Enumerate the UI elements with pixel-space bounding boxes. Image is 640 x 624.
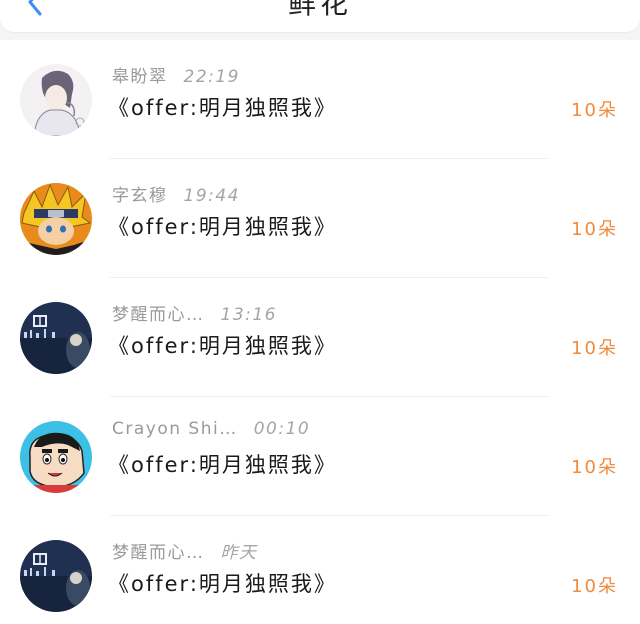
timestamp: 19:44 bbox=[183, 186, 240, 206]
sender-name: 梦醒而心… bbox=[112, 543, 205, 563]
avatar[interactable] bbox=[20, 421, 92, 493]
gift-title: 《offer:明月独照我》 bbox=[108, 572, 337, 596]
avatar[interactable] bbox=[20, 540, 92, 612]
gift-title: 《offer:明月独照我》 bbox=[108, 215, 337, 239]
sender-name: Crayon Shi… bbox=[112, 419, 238, 439]
timestamp: 13:16 bbox=[220, 305, 277, 325]
gift-title: 《offer:明月独照我》 bbox=[108, 334, 337, 358]
flower-count: 10朵 bbox=[571, 100, 618, 121]
flower-count: 10朵 bbox=[571, 576, 618, 597]
page-title: 鲜花 bbox=[287, 0, 352, 20]
crayon-shin-chan-avatar-icon bbox=[20, 421, 92, 493]
night-city-avatar-icon bbox=[20, 540, 92, 612]
avatar[interactable] bbox=[20, 64, 92, 136]
sender-name: 梦醒而心… bbox=[112, 305, 205, 325]
list-item[interactable]: 梦醒而心… 昨天 《offer:明月独照我》 10朵 bbox=[0, 516, 640, 624]
flower-records-page: 鲜花 皋盼翠 22:19 《offer:明月独照我》 10朵 字玄穆 19:44… bbox=[0, 0, 640, 624]
timestamp: 昨天 bbox=[220, 543, 258, 563]
timestamp: 00:10 bbox=[253, 419, 311, 439]
list-item[interactable]: Crayon Shi… 00:10 《offer:明月独照我》 10朵 bbox=[0, 397, 640, 516]
sender-name: 皋盼翠 bbox=[112, 67, 168, 87]
list-item[interactable]: 皋盼翠 22:19 《offer:明月独照我》 10朵 bbox=[0, 40, 640, 159]
gift-title: 《offer:明月独照我》 bbox=[108, 453, 337, 477]
flower-count: 10朵 bbox=[571, 338, 618, 359]
timestamp: 22:19 bbox=[183, 67, 240, 87]
gift-title: 《offer:明月独照我》 bbox=[108, 96, 337, 120]
anime-sketch-avatar-icon bbox=[20, 64, 92, 136]
gift-record-list: 皋盼翠 22:19 《offer:明月独照我》 10朵 字玄穆 19:44 《o… bbox=[0, 40, 640, 624]
flower-count: 10朵 bbox=[571, 457, 618, 478]
flower-count: 10朵 bbox=[571, 219, 618, 240]
avatar[interactable] bbox=[20, 183, 92, 255]
list-item[interactable]: 梦醒而心… 13:16 《offer:明月独照我》 10朵 bbox=[0, 278, 640, 397]
night-city-avatar-icon bbox=[20, 302, 92, 374]
naruto-avatar-icon bbox=[20, 183, 92, 255]
sender-name: 字玄穆 bbox=[112, 186, 168, 206]
top-bar: 鲜花 bbox=[0, 0, 640, 32]
avatar[interactable] bbox=[20, 302, 92, 374]
list-item[interactable]: 字玄穆 19:44 《offer:明月独照我》 10朵 bbox=[0, 159, 640, 278]
